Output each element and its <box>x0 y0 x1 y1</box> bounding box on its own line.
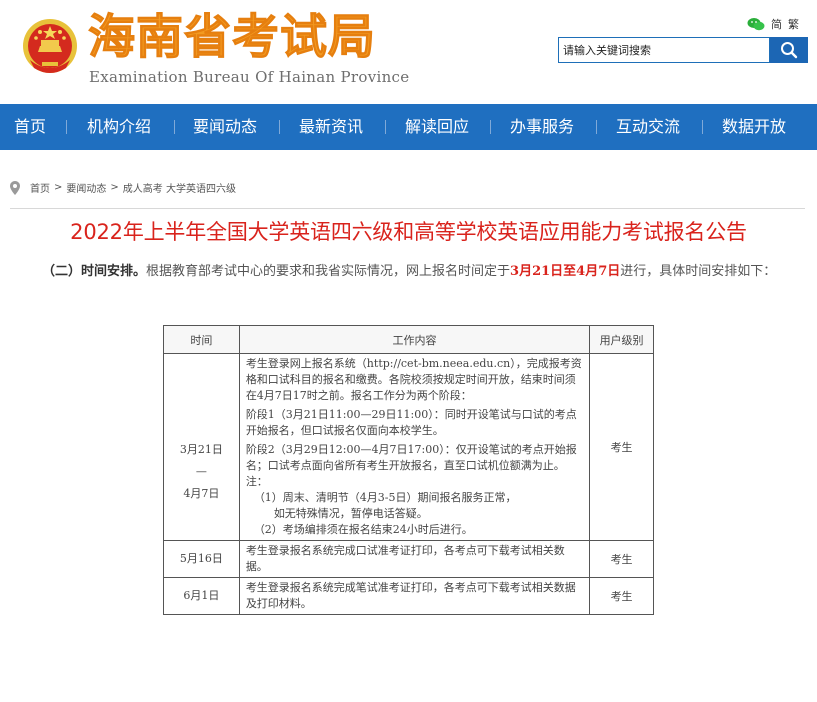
work-text: 阶段1（3月21日11:00—29日11:00）：同时开设笔试与口试的考点开始报… <box>245 408 577 437</box>
time-start: 3月21日 <box>179 443 223 456</box>
note-item: （2）考场编排须在报名结束24小时后进行。 <box>253 523 473 536</box>
nav-item-news[interactable]: 要闻动态 <box>193 104 257 150</box>
site-header: 海南省考试局 Examination Bureau Of Hainan Prov… <box>0 0 817 104</box>
search-icon <box>781 42 798 59</box>
national-emblem-icon <box>23 19 77 73</box>
nav-item-about[interactable]: 机构介绍 <box>87 104 151 150</box>
main-nav: 首页 机构介绍 要闻动态 最新资讯 解读回应 办事服务 互动交流 数据开放 <box>0 104 817 150</box>
table-cell-time: 5月16日 <box>163 540 240 578</box>
site-title-english: Examination Bureau Of Hainan Province <box>89 68 410 86</box>
search-input[interactable] <box>558 37 770 63</box>
nav-item-services[interactable]: 办事服务 <box>510 104 574 150</box>
language-bar: 简 繁 <box>747 16 799 32</box>
note-item: （1）周末、清明节（4月3-5日）期间报名服务正常， <box>253 491 517 504</box>
para-text: 进行，具体时间安排如下： <box>620 264 777 279</box>
work-text: 阶段2（3月29日12:00—4月7日17:00）：仅开设笔试的考点开始报名；口… <box>245 443 577 472</box>
breadcrumb-news[interactable]: 要闻动态 <box>66 180 106 195</box>
nav-item-home[interactable]: 首页 <box>14 104 46 150</box>
lang-simplified-link[interactable]: 简 <box>771 16 782 32</box>
table-cell-user: 考生 <box>589 577 654 615</box>
table-header-work: 工作内容 <box>238 325 591 354</box>
table-cell-work: 考生登录报名系统完成口试准考证打印，各考点可下载考试相关数据。 <box>238 540 591 578</box>
wechat-icon[interactable] <box>747 17 765 31</box>
note-item: 如无特殊情况，暂停电话答疑。 <box>273 507 428 520</box>
table-cell-user: 考生 <box>589 540 654 578</box>
nav-separator <box>66 120 67 134</box>
work-text: 考生登录网上报名系统（http://cet-bm.neea.edu.cn），完成… <box>245 357 582 402</box>
schedule-table: 时间 工作内容 用户级别 3月21日 — 4月7日 考生登录网上报名系统（htt… <box>163 325 654 615</box>
table-header-row: 时间 工作内容 用户级别 <box>163 325 654 354</box>
para-heading: （二）时间安排。 <box>42 264 147 279</box>
breadcrumb: 首页 > 要闻动态 > 成人高考 大学英语四六级 <box>10 180 236 195</box>
table-row: 3月21日 — 4月7日 考生登录网上报名系统（http://cet-bm.ne… <box>163 353 654 541</box>
site-title-chinese: 海南省考试局 <box>88 10 376 66</box>
nav-item-interaction[interactable]: 互动交流 <box>616 104 680 150</box>
para-highlight-dates: 3月21日至4月7日 <box>510 264 621 279</box>
time-dash: — <box>195 465 207 478</box>
nav-separator <box>385 120 386 134</box>
table-cell-time: 6月1日 <box>163 577 240 615</box>
article-paragraph: （二）时间安排。根据教育部考试中心的要求和我省实际情况，网上报名时间定于3月21… <box>10 258 807 286</box>
table-header-user: 用户级别 <box>589 325 654 354</box>
table-cell-user: 考生 <box>589 353 654 541</box>
lang-traditional-link[interactable]: 繁 <box>788 16 799 32</box>
breadcrumb-separator: > <box>54 182 63 193</box>
nav-separator <box>174 120 175 134</box>
nav-separator <box>702 120 703 134</box>
breadcrumb-divider <box>10 208 805 209</box>
table-header-time: 时间 <box>163 325 240 354</box>
nav-separator <box>279 120 280 134</box>
table-cell-work: 考生登录网上报名系统（http://cet-bm.neea.edu.cn），完成… <box>238 353 591 541</box>
nav-separator <box>490 120 491 134</box>
location-pin-icon <box>10 180 20 195</box>
breadcrumb-current[interactable]: 成人高考 大学英语四六级 <box>123 180 236 195</box>
search-button[interactable] <box>770 37 808 63</box>
para-text: 根据教育部考试中心的要求和我省实际情况，网上报名时间定于 <box>146 264 511 279</box>
table-cell-work: 考生登录报名系统完成笔试准考证打印，各考点可下载考试相关数据及打印材料。 <box>238 577 591 615</box>
nav-item-interpretation[interactable]: 解读回应 <box>405 104 469 150</box>
breadcrumb-home[interactable]: 首页 <box>30 180 50 195</box>
breadcrumb-separator: > <box>110 182 119 193</box>
nav-item-open-data[interactable]: 数据开放 <box>722 104 786 150</box>
note-label: 注： <box>245 475 268 488</box>
table-row: 6月1日 考生登录报名系统完成笔试准考证打印，各考点可下载考试相关数据及打印材料… <box>163 577 654 615</box>
article-title: 2022年上半年全国大学英语四六级和高等学校英语应用能力考试报名公告 <box>70 220 747 244</box>
table-row: 5月16日 考生登录报名系统完成口试准考证打印，各考点可下载考试相关数据。 考生 <box>163 540 654 578</box>
nav-item-latest[interactable]: 最新资讯 <box>299 104 363 150</box>
table-cell-time: 3月21日 — 4月7日 <box>163 353 240 541</box>
time-end: 4月7日 <box>183 487 220 500</box>
nav-separator <box>596 120 597 134</box>
